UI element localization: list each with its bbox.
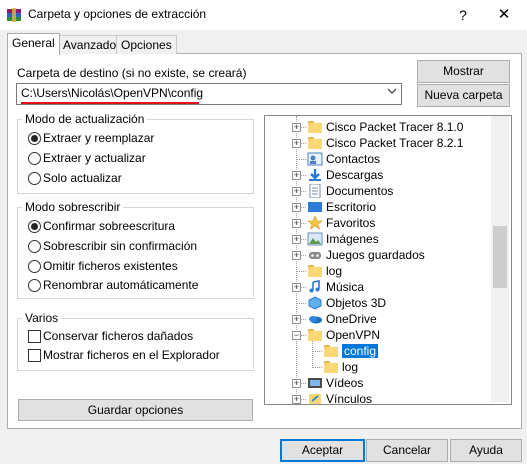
tree-item[interactable]: + Cisco Packet Tracer 8.1.0 (265, 119, 491, 135)
tree-item[interactable]: + Juegos guardados (265, 247, 491, 263)
chevron-down-icon[interactable] (387, 86, 397, 99)
checkbox-keep-broken[interactable] (28, 330, 41, 343)
tree-item-label: Objetos 3D (326, 296, 387, 310)
tree-item-label: Música (326, 280, 365, 294)
tree-item[interactable]: + Música (265, 279, 491, 295)
expand-icon[interactable]: + (292, 139, 301, 148)
radio-confirm-overwrite[interactable] (28, 220, 41, 233)
radio-extract-update[interactable] (28, 152, 41, 165)
save-options-button[interactable]: Guardar opciones (18, 399, 253, 421)
expand-icon[interactable]: + (292, 283, 301, 292)
radio-label: Renombrar automáticamente (43, 278, 199, 292)
tree-item[interactable]: + Descargas (265, 167, 491, 183)
tree-item[interactable]: + Vínculos (265, 391, 491, 405)
destination-combobox[interactable]: C:\Users\Nicolás\OpenVPN\config (16, 83, 402, 105)
tree-item-label: Contactos (326, 152, 381, 166)
radio-auto-rename[interactable] (28, 279, 41, 292)
tree-item-label: config (342, 344, 379, 358)
tree-item-label: OpenVPN (326, 328, 381, 342)
destination-label: Carpeta de destino (si no existe, se cre… (17, 66, 247, 80)
show-button[interactable]: Mostrar (417, 60, 510, 83)
tree-connector (296, 303, 306, 304)
tree-item[interactable]: − OpenVPN (265, 327, 491, 343)
misc-group (17, 318, 254, 371)
expand-icon[interactable]: + (292, 379, 301, 388)
overwrite-mode-title: Modo sobrescribir (22, 200, 124, 214)
radio-overwrite-no-confirm[interactable] (28, 240, 41, 253)
tree-item[interactable]: + OneDrive (265, 311, 491, 327)
cancel-button[interactable]: Cancelar (366, 439, 448, 462)
tree-connector (312, 351, 322, 352)
expand-icon[interactable]: + (292, 251, 301, 260)
expand-icon[interactable]: + (292, 235, 301, 244)
folder-tree[interactable]: + Cisco Packet Tracer 8.1.0 + Cisco Packet … (264, 115, 512, 405)
radio-label: Sobrescribir sin confirmación (43, 239, 198, 253)
tree-connector (296, 159, 306, 160)
radio-label: Confirmar sobreescritura (43, 219, 176, 233)
misc-title: Varios (22, 311, 62, 325)
tab-avanzado[interactable]: Avanzado (58, 35, 122, 54)
tree-item-label: Escritorio (326, 200, 377, 214)
tree-item[interactable]: Objetos 3D (265, 295, 491, 311)
tab-general[interactable]: General (7, 33, 60, 55)
radio-label: Omitir ficheros existentes (43, 259, 178, 273)
links-icon (307, 392, 323, 404)
new-folder-button[interactable]: Nueva carpeta (417, 84, 510, 107)
accept-button[interactable]: Aceptar (280, 439, 365, 462)
destination-value: C:\Users\Nicolás\OpenVPN\config (21, 86, 204, 100)
tree-item-label: Documentos (326, 184, 394, 198)
winrar-icon (6, 7, 22, 23)
checkbox-show-explorer[interactable] (28, 349, 41, 362)
tree-item-label: log (326, 264, 343, 278)
tree-item-label: log (342, 360, 359, 374)
tree-item-label: Descargas (326, 168, 384, 182)
destination-underline (21, 102, 199, 104)
radio-only-update[interactable] (28, 172, 41, 185)
checkbox-label: Conservar ficheros dañados (43, 329, 194, 343)
window-title: Carpeta y opciones de extracción (28, 7, 207, 21)
help-title-button[interactable]: ? (452, 4, 474, 26)
tree-item[interactable]: + Cisco Packet Tracer 8.2.1 (265, 135, 491, 151)
tree-connector (296, 271, 306, 272)
tree-item[interactable]: log (265, 359, 491, 375)
expand-icon[interactable]: + (292, 171, 301, 180)
tree-item-label: OneDrive (326, 312, 377, 326)
tree-item-label: Cisco Packet Tracer 8.2.1 (326, 136, 464, 150)
expand-icon[interactable]: + (292, 187, 301, 196)
tree-item[interactable]: log (265, 263, 491, 279)
tree-scroll-thumb[interactable] (493, 226, 507, 288)
update-mode-title: Modo de actualización (22, 112, 148, 126)
radio-skip-existing[interactable] (28, 260, 41, 273)
help-button[interactable]: Ayuda (450, 439, 522, 462)
expand-icon[interactable]: + (292, 203, 301, 212)
tree-item[interactable]: config (265, 343, 491, 359)
tree-item[interactable]: + Favoritos (265, 215, 491, 231)
tree-item-label: Juegos guardados (326, 248, 425, 262)
close-button[interactable]: ✕ (493, 4, 515, 26)
expand-icon[interactable]: + (292, 219, 301, 228)
collapse-icon[interactable]: − (292, 331, 301, 340)
expand-icon[interactable]: + (292, 395, 301, 404)
tab-opciones[interactable]: Opciones (116, 35, 177, 54)
radio-label: Solo actualizar (43, 171, 122, 185)
tree-item[interactable]: + Imágenes (265, 231, 491, 247)
expand-icon[interactable]: + (292, 315, 301, 324)
tree-item-label: Vínculos (326, 392, 373, 405)
radio-extract-replace[interactable] (28, 132, 41, 145)
expand-icon[interactable]: + (292, 123, 301, 132)
radio-label: Extraer y reemplazar (43, 131, 155, 145)
tree-item[interactable]: + Documentos (265, 183, 491, 199)
tree-item[interactable]: + Vídeos (265, 375, 491, 391)
tree-item-label: Cisco Packet Tracer 8.1.0 (326, 120, 464, 134)
tree-item[interactable]: Contactos (265, 151, 491, 167)
tree-item-label: Imágenes (326, 232, 379, 246)
tree-item-label: Vídeos (326, 376, 364, 390)
tree-item-label: Favoritos (326, 216, 376, 230)
checkbox-label: Mostrar ficheros en el Explorador (43, 348, 220, 362)
tree-connector (312, 367, 322, 368)
radio-label: Extraer y actualizar (43, 151, 146, 165)
tree-item[interactable]: + Escritorio (265, 199, 491, 215)
